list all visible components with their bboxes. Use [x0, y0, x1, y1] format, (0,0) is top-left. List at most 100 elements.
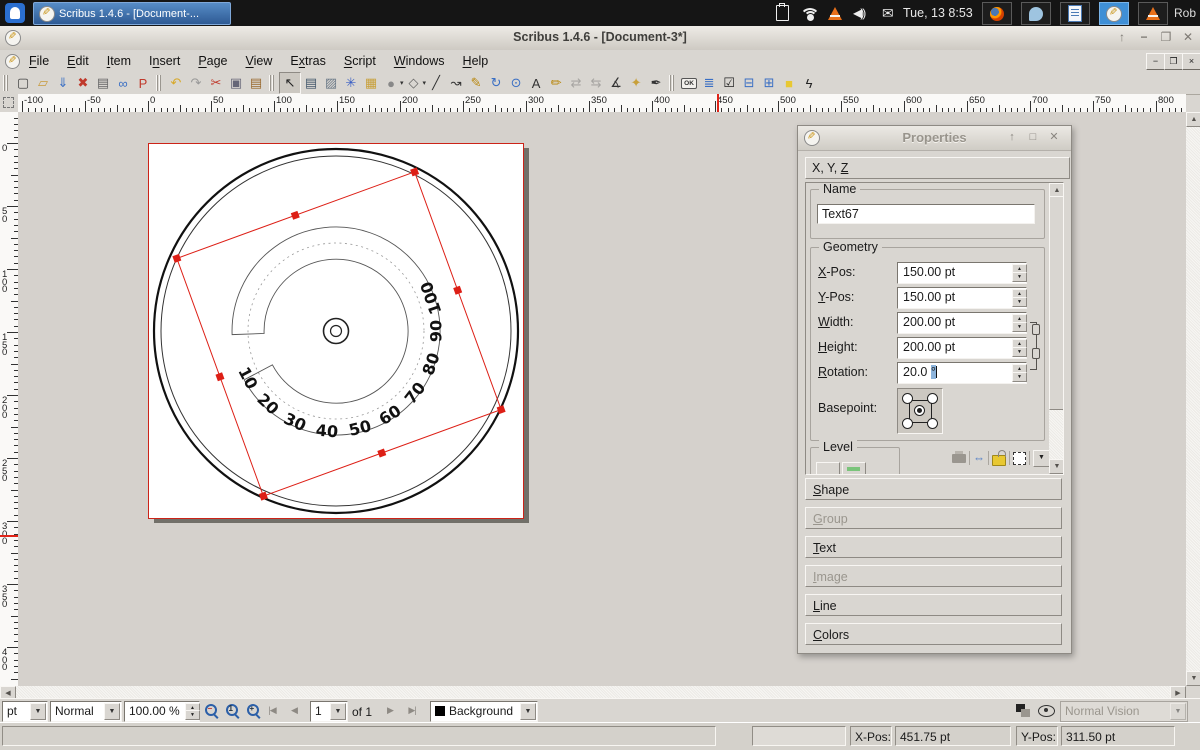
toolbar-handle[interactable]	[156, 75, 161, 91]
unit-select[interactable]: pt▼	[2, 701, 48, 722]
desktop-menu-icon[interactable]	[5, 3, 25, 23]
scrollbar-thumb[interactable]	[1049, 196, 1064, 410]
scroll-down-icon[interactable]: ▼	[1049, 459, 1064, 474]
document-page[interactable]: 102030405060708090100	[148, 143, 524, 519]
vertical-ruler[interactable]: 05 01 0 01 5 02 0 02 5 03 0 03 5 04 0 0	[0, 112, 19, 686]
spin-down-icon[interactable]: ▼	[1012, 322, 1027, 333]
layer-indicator-icon[interactable]	[1016, 704, 1032, 718]
edit-contents-icon[interactable]: A	[526, 73, 546, 93]
basepoint-bottom-right[interactable]	[927, 418, 938, 429]
width-spinbox[interactable]: 200.00 pt▲▼	[897, 312, 1027, 334]
menu-item[interactable]: Item	[98, 54, 140, 68]
paste-icon[interactable]: ▤	[246, 73, 266, 93]
mdi-minimize-button[interactable]: −	[1146, 53, 1165, 70]
menu-insert[interactable]: Insert	[140, 54, 189, 68]
minimize-window-button[interactable]: −	[1134, 29, 1154, 46]
redo-icon[interactable]: ↷	[186, 73, 206, 93]
height-spinbox[interactable]: 200.00 pt▲▼	[897, 337, 1027, 359]
select-item-icon[interactable]: ↖	[279, 72, 301, 94]
lock-icon[interactable]	[992, 455, 1006, 466]
basepoint-widget[interactable]	[897, 388, 943, 434]
clock[interactable]: Tue, 13 8:53	[903, 0, 973, 26]
zoom-100-icon[interactable]: 1	[223, 701, 243, 720]
raise-level-button[interactable]	[816, 462, 840, 475]
menu-windows[interactable]: Windows	[385, 54, 454, 68]
spin-down-icon[interactable]: ▼	[1012, 272, 1027, 283]
basepoint-top-left[interactable]	[902, 393, 913, 404]
insert-polygon-icon[interactable]: ◇	[404, 73, 424, 93]
xpos-spinbox[interactable]: 150.00 pt▲▼	[897, 262, 1027, 284]
section-line[interactable]: Line	[805, 594, 1062, 616]
insert-line-icon[interactable]: ╱	[426, 73, 446, 93]
palette-close-button[interactable]: ✕	[1045, 130, 1063, 145]
horizontal-scrollbar[interactable]: ◀ ▶	[0, 686, 1186, 698]
page-number-select[interactable]: 1▼	[310, 701, 348, 722]
dropdown-icon[interactable]: ▼	[30, 703, 46, 720]
new-document-icon[interactable]: ▢	[13, 73, 33, 93]
insert-table-icon[interactable]: ▦	[361, 73, 381, 93]
basepoint-bottom-left[interactable]	[902, 418, 913, 429]
menu-script[interactable]: Script	[335, 54, 385, 68]
zoom-out-icon[interactable]: −	[202, 701, 222, 720]
chain-link-icon[interactable]	[1032, 324, 1040, 335]
insert-image-frame-icon[interactable]: ▨	[321, 73, 341, 93]
menu-file[interactable]: File	[20, 54, 58, 68]
item-name-input[interactable]: Text67	[817, 204, 1035, 224]
section-shape[interactable]: Shape	[805, 478, 1062, 500]
vertical-scrollbar[interactable]: ▲ ▼	[1186, 112, 1200, 686]
spin-down-icon[interactable]: ▼	[185, 710, 200, 721]
preview-eye-icon[interactable]	[1038, 705, 1055, 717]
more-options-icon[interactable]: ▼	[1033, 450, 1050, 467]
print-document-icon[interactable]: ▤	[93, 73, 113, 93]
layer-select[interactable]: Background▼	[430, 701, 538, 722]
copy-item-properties-icon[interactable]: ✦	[626, 73, 646, 93]
image-quality-select[interactable]: Normal▼	[50, 701, 122, 722]
pdf-checkbox-icon[interactable]: ☑	[719, 73, 739, 93]
pdf-list-box-icon[interactable]: ⊞	[759, 73, 779, 93]
insert-render-frame-icon[interactable]: ✳	[341, 73, 361, 93]
toolbar-handle[interactable]	[669, 75, 674, 91]
copy-icon[interactable]: ▣	[226, 73, 246, 93]
lower-level-button[interactable]	[842, 462, 866, 475]
story-editor-icon[interactable]: ✏	[546, 73, 566, 93]
ypos-spinbox[interactable]: 150.00 pt▲▼	[897, 287, 1027, 309]
spin-down-icon[interactable]: ▼	[1012, 297, 1027, 308]
clipboard-tray-icon[interactable]	[770, 0, 795, 26]
thunderbird-launcher[interactable]	[1021, 2, 1051, 25]
volume-tray-icon[interactable]: ◀))	[847, 0, 870, 26]
firefox-launcher[interactable]	[982, 2, 1012, 25]
measurements-icon[interactable]: ∡	[606, 73, 626, 93]
scroll-down-icon[interactable]: ▼	[1186, 671, 1200, 686]
vlc-tray-icon[interactable]	[822, 0, 848, 26]
basepoint-center-selected[interactable]	[914, 405, 925, 416]
pdf-combo-box-icon[interactable]: ⊟	[739, 73, 759, 93]
close-window-button[interactable]: ✕	[1178, 29, 1198, 46]
menu-extras[interactable]: Extras	[281, 54, 334, 68]
dropdown-icon[interactable]: ▼	[520, 703, 536, 720]
mdi-restore-button[interactable]: ❐	[1164, 53, 1183, 70]
properties-titlebar[interactable]: Properties ↑ □ ✕	[798, 126, 1071, 151]
pdf-text-annotation-icon[interactable]: ■	[779, 73, 799, 93]
vlc-launcher[interactable]	[1138, 2, 1168, 25]
rotate-item-icon[interactable]: ↻	[486, 73, 506, 93]
printing-enabled-icon[interactable]	[952, 454, 966, 463]
section-text[interactable]: Text	[805, 536, 1062, 558]
lock-size-icon[interactable]	[1013, 452, 1026, 465]
menu-help[interactable]: Help	[454, 54, 498, 68]
menu-edit[interactable]: Edit	[58, 54, 98, 68]
insert-bezier-icon[interactable]: ↝	[446, 73, 466, 93]
cut-icon[interactable]: ✂	[206, 73, 226, 93]
insert-freehand-line-icon[interactable]: ✎	[466, 73, 486, 93]
dropdown-icon[interactable]: ▼	[330, 703, 346, 720]
spin-down-icon[interactable]: ▼	[1012, 347, 1027, 358]
zoom-in-icon[interactable]: +	[244, 701, 264, 720]
flip-horizontal-icon[interactable]: ⇔	[973, 451, 985, 465]
spin-down-icon[interactable]: ▼	[1012, 372, 1027, 383]
ruler-origin-box[interactable]	[0, 94, 19, 113]
export-pdf-icon[interactable]: P	[133, 73, 153, 93]
section-colors[interactable]: Colors	[805, 623, 1062, 645]
toolbar-handle[interactable]	[3, 75, 8, 91]
palette-maximize-button[interactable]: □	[1024, 130, 1042, 145]
mdi-close-button[interactable]: ×	[1182, 53, 1200, 70]
taskbar-window-button[interactable]: Scribus 1.4.6 - [Document-...	[33, 2, 231, 25]
